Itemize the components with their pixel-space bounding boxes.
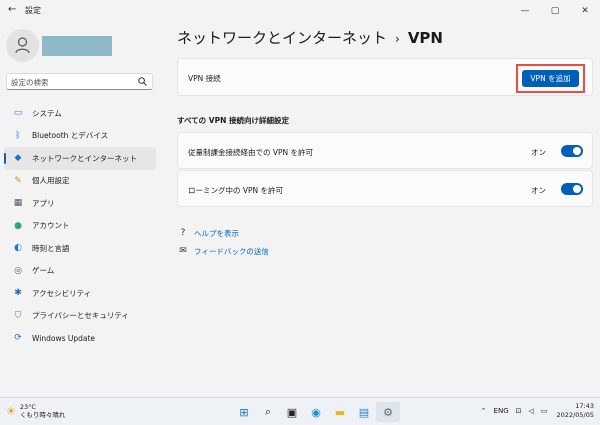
add-vpn-button[interactable]: VPN を追加 [522, 70, 579, 87]
system-tray: ⌃ ENG ⊡ ◁ ▭ 17:43 2022/05/05 [474, 402, 594, 420]
sidebar-nav: ▭ システム ᛒ Bluetooth とデバイス ◆ ネットワークとインターネッ… [4, 102, 156, 350]
sidebar-item-accounts[interactable]: ● アカウント [4, 215, 156, 238]
globe-clock-icon: ◐ [14, 243, 22, 254]
task-view-icon[interactable]: ▣ [280, 402, 304, 422]
wifi-icon: ◆ [14, 153, 22, 164]
feedback-icon: ✉ [179, 246, 187, 256]
help-icon: ? [180, 228, 186, 238]
sidebar-item-windows-update[interactable]: ⟳ Windows Update [4, 327, 156, 350]
sidebar-item-personalization[interactable]: ✎ 個人用設定 [4, 170, 156, 193]
toggle-knob [573, 185, 581, 193]
roaming-vpn-label: ローミング中の VPN を許可 [188, 186, 284, 195]
sidebar-item-label: Bluetooth とデバイス [32, 131, 109, 141]
avatar[interactable] [6, 29, 39, 62]
main-content: ネットワークとインターネット › VPN VPN 接続 VPN を追加 すべての V… [170, 22, 600, 397]
file-explorer-icon[interactable]: ▬ [328, 402, 352, 422]
search-icon[interactable]: ⌕ [256, 402, 280, 422]
sidebar-item-bluetooth[interactable]: ᛒ Bluetooth とデバイス [4, 125, 156, 148]
search-box[interactable] [6, 73, 153, 90]
bluetooth-icon: ᛒ [15, 130, 21, 141]
sidebar-item-label: ネットワークとインターネット [32, 153, 137, 163]
metered-toggle-state: オン [531, 148, 546, 157]
sidebar-item-label: アプリ [32, 198, 55, 208]
metered-vpn-label: 従量制課金接続経由での VPN を許可 [188, 148, 314, 157]
start-icon[interactable]: ⊞ [232, 402, 256, 422]
clock-date: 2022/05/05 [556, 411, 594, 419]
sidebar-item-label: 時刻と言語 [32, 243, 70, 253]
update-icon: ⟳ [14, 333, 22, 344]
settings-icon[interactable]: ⚙ [376, 402, 400, 422]
sidebar-item-label: プライバシーとセキュリティ [32, 311, 129, 321]
sidebar-item-label: ゲーム [32, 266, 55, 276]
accessibility-icon: ✱ [14, 288, 22, 299]
weather-condition: くもり時々晴れ [19, 411, 66, 419]
chevron-right-icon: › [395, 32, 400, 46]
sidebar-item-network[interactable]: ◆ ネットワークとインターネット [4, 147, 156, 170]
help-link[interactable]: ? ヘルプを表示 [177, 227, 239, 239]
sidebar-item-label: システム [32, 108, 62, 118]
sidebar-item-time-language[interactable]: ◐ 時刻と言語 [4, 237, 156, 260]
partly-cloudy-icon: ☀ [6, 404, 16, 418]
back-arrow-icon[interactable]: ← [8, 4, 16, 15]
roaming-vpn-toggle[interactable] [561, 183, 583, 195]
clock-time: 17:43 [575, 402, 594, 410]
feedback-link[interactable]: ✉ フィードバックの送信 [177, 245, 269, 257]
minimize-icon[interactable]: — [510, 0, 540, 22]
sidebar-item-gaming[interactable]: ◎ ゲーム [4, 260, 156, 283]
window-title: 設定 [25, 6, 41, 15]
taskbar: ☀ 23°C くもり時々晴れ ⊞ ⌕ ▣ ◉ ▬ ▤ ⚙ ⌃ ENG ⊡ ◁ ▭… [0, 397, 600, 425]
roaming-toggle-state: オン [531, 186, 546, 195]
temperature: 23°C [19, 403, 36, 411]
vpn-connections-card: VPN 接続 VPN を追加 [177, 58, 593, 96]
sidebar-item-label: アクセシビリティ [32, 288, 92, 298]
user-name-redacted [42, 36, 112, 56]
person-icon: ● [14, 220, 22, 231]
breadcrumb-parent[interactable]: ネットワークとインターネット [177, 29, 387, 47]
close-icon[interactable]: ✕ [570, 0, 600, 22]
roaming-vpn-card: ローミング中の VPN を許可 オン [177, 170, 593, 207]
monitor-icon: ▭ [13, 108, 23, 119]
page-title: VPN [407, 29, 443, 47]
search-input[interactable] [11, 76, 131, 88]
search-icon[interactable] [138, 77, 147, 86]
sidebar-item-privacy[interactable]: ⛉ プライバシーとセキュリティ [4, 305, 156, 328]
apps-icon: ▦ [13, 198, 23, 209]
input-language[interactable]: ENG [494, 407, 509, 415]
volume-icon[interactable]: ◁ [529, 407, 534, 415]
vpn-connections-label: VPN 接続 [188, 74, 221, 83]
sidebar-item-accessibility[interactable]: ✱ アクセシビリティ [4, 282, 156, 305]
person-icon [15, 37, 30, 54]
weather-text: 23°C くもり時々晴れ [20, 403, 66, 419]
highlight-box: VPN を追加 [516, 64, 585, 93]
store-icon[interactable]: ▤ [352, 402, 376, 422]
battery-icon[interactable]: ▭ [541, 407, 548, 415]
maximize-icon[interactable]: ▢ [540, 0, 570, 22]
edge-icon[interactable]: ◉ [304, 402, 328, 422]
taskbar-apps: ⊞ ⌕ ▣ ◉ ▬ ▤ ⚙ [232, 402, 400, 422]
metered-vpn-card: 従量制課金接続経由での VPN を許可 オン [177, 132, 593, 169]
clock[interactable]: 17:43 2022/05/05 [557, 402, 594, 420]
title-bar: ← 設定 — ▢ ✕ [0, 0, 600, 22]
shield-icon: ⛉ [14, 310, 22, 321]
window-controls: — ▢ ✕ [510, 0, 600, 22]
toggle-knob [573, 147, 581, 155]
sidebar-item-label: 個人用設定 [32, 176, 70, 186]
feedback-link-label[interactable]: フィードバックの送信 [194, 246, 269, 257]
weather-widget[interactable]: ☀ 23°C くもり時々晴れ [6, 403, 65, 419]
metered-vpn-toggle[interactable] [561, 145, 583, 157]
sidebar-item-apps[interactable]: ▦ アプリ [4, 192, 156, 215]
brush-icon: ✎ [14, 175, 22, 186]
gamepad-icon: ◎ [14, 265, 22, 276]
advanced-settings-title: すべての VPN 接続向け詳細設定 [177, 116, 289, 125]
chevron-up-icon[interactable]: ⌃ [481, 407, 487, 415]
breadcrumb: ネットワークとインターネット › VPN [177, 27, 443, 48]
sidebar: ▭ システム ᛒ Bluetooth とデバイス ◆ ネットワークとインターネッ… [0, 22, 160, 397]
sidebar-item-label: Windows Update [32, 333, 96, 343]
sidebar-item-system[interactable]: ▭ システム [4, 102, 156, 125]
help-link-label[interactable]: ヘルプを表示 [194, 228, 239, 239]
network-icon[interactable]: ⊡ [516, 407, 522, 415]
sidebar-item-label: アカウント [32, 221, 70, 231]
